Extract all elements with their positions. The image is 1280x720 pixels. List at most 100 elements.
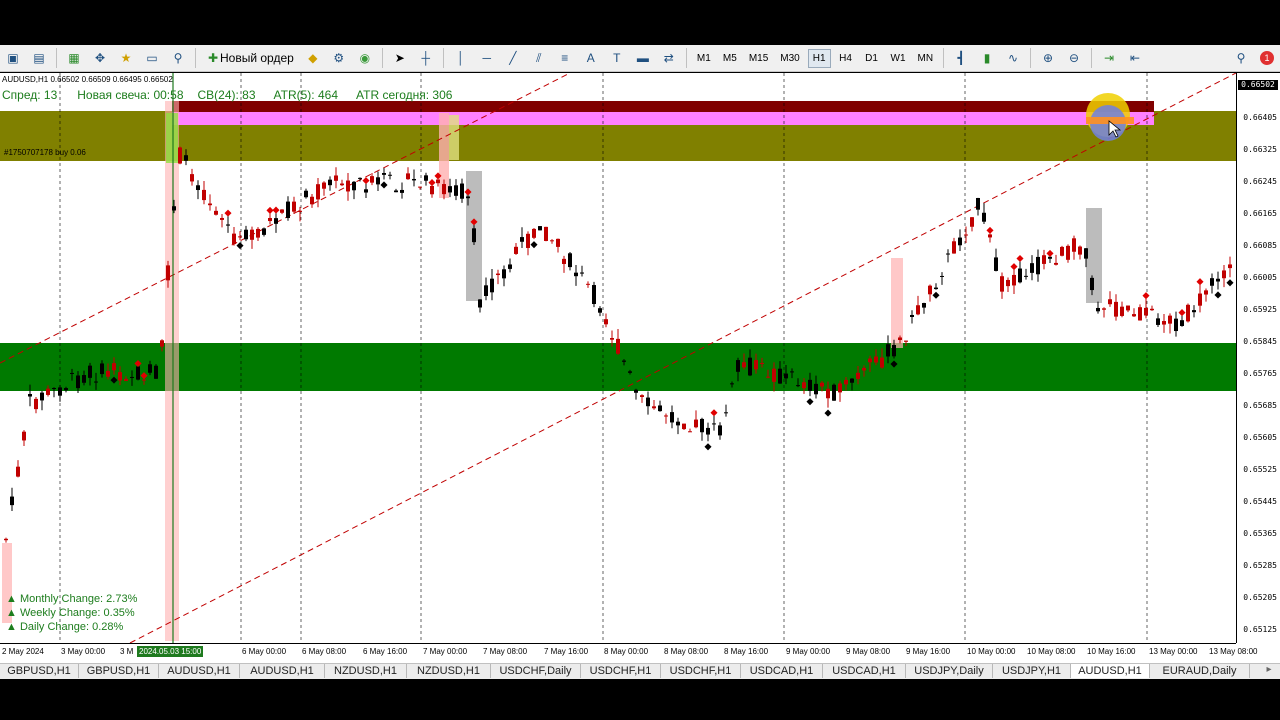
candle-body [808, 379, 812, 391]
timeframe-m5[interactable]: M5 [719, 49, 741, 68]
fractal-marker [986, 226, 994, 234]
trendline-tool-button[interactable]: ╱ [502, 48, 524, 69]
price-axis[interactable]: 0.664850.664050.663250.662450.661650.660… [1236, 73, 1280, 643]
chart-tab[interactable]: AUDUSD,H1 [1071, 664, 1150, 678]
crosshair-tool-button[interactable]: ┼ [415, 48, 437, 69]
weekly-change: ▲ Weekly Change: 0.35% [6, 607, 135, 619]
chart-tab[interactable]: AUDUSD,H1 [240, 664, 325, 678]
zoom-in-button[interactable]: ⊕ [1037, 48, 1059, 69]
candle-body [970, 217, 974, 227]
fractal-marker [1016, 254, 1024, 263]
metaeditor-button[interactable]: ◆ [302, 48, 324, 69]
fibo-tool-button[interactable]: ≡ [554, 48, 576, 69]
fractal-marker [362, 177, 370, 185]
candle-body [508, 264, 512, 269]
chart-tab[interactable]: GBPUSD,H1 [0, 664, 79, 678]
candlestick-button[interactable]: ▮ [976, 48, 998, 69]
shapes-menu-button[interactable]: ⇄ [658, 48, 680, 69]
cursor-tool-button[interactable]: ➤ [389, 48, 411, 69]
fractal-marker [1196, 278, 1204, 286]
text-tool-button[interactable]: A [580, 48, 602, 69]
search-button[interactable]: ⚲ [1230, 48, 1252, 69]
timeframe-h4[interactable]: H4 [835, 49, 857, 68]
time-axis[interactable]: 2024.05.03 15:00 2 May 2024 3 May 00:00 3 … [0, 643, 1257, 664]
chart-tab[interactable]: GBPUSD,H1 [79, 664, 159, 678]
price-plot[interactable] [0, 73, 1236, 643]
equidistant-channel-button[interactable]: ⫽ [528, 48, 550, 69]
chart-tab[interactable]: USDJPY,H1 [993, 664, 1071, 678]
timeframe-m1[interactable]: M1 [693, 49, 715, 68]
candle-body [1000, 276, 1004, 292]
price-axis-label: 0.66405 [1243, 113, 1277, 122]
timeframe-d1[interactable]: D1 [861, 49, 883, 68]
new-order-button[interactable]: ✚ Новый ордер [202, 48, 298, 69]
strategy-tester-button[interactable]: ⚲ [167, 48, 189, 69]
candle-body [796, 385, 800, 387]
chart-tab[interactable]: USDCHF,H1 [581, 664, 661, 678]
candle-body [484, 285, 488, 296]
candle-body [880, 357, 884, 368]
rectangle-tool-button[interactable]: ▬ [632, 48, 654, 69]
candle-body [592, 285, 596, 304]
chart-window[interactable]: AUDUSD,H1 0.66502 0.66509 0.66495 0.6650… [0, 73, 1280, 664]
chart-tab[interactable]: EURAUD,Daily [1150, 664, 1250, 678]
tabs-scroll-right-icon[interactable]: ▸ [1258, 664, 1280, 678]
notifications-button[interactable]: 1 [1256, 48, 1278, 69]
candle-body [406, 173, 410, 180]
data-window-button[interactable]: ✥ [89, 48, 111, 69]
terminal-button[interactable]: ▭ [141, 48, 163, 69]
order-line-label[interactable]: #1750707178 buy 0.06 [4, 148, 86, 157]
horizontal-line-tool-button[interactable]: ─ [476, 48, 498, 69]
timeframe-m15[interactable]: M15 [745, 49, 772, 68]
market-button[interactable]: ◉ [354, 48, 376, 69]
candle-body [826, 388, 830, 399]
chart-tab[interactable]: USDJPY,Daily [906, 664, 993, 678]
chart-tab[interactable]: NZDUSD,H1 [407, 664, 491, 678]
chart-tab[interactable]: NZDUSD,H1 [325, 664, 407, 678]
candle-body [298, 210, 302, 212]
profiles-button[interactable]: ▤ [28, 48, 50, 69]
candle-body [172, 206, 176, 211]
candle-body [982, 212, 986, 222]
timeframe-w1[interactable]: W1 [887, 49, 910, 68]
candle-body [916, 305, 920, 315]
terminal-icon: ▭ [146, 51, 158, 65]
candle-body [856, 372, 860, 379]
candle-body [682, 423, 686, 430]
zoom-out-button[interactable]: ⊖ [1063, 48, 1085, 69]
chart-tab[interactable]: USDCHF,Daily [491, 664, 581, 678]
timeframe-m30[interactable]: M30 [776, 49, 803, 68]
text-icon: A [586, 51, 595, 65]
candle-highlight-yellow [449, 115, 459, 160]
chart-tab[interactable]: USDCHF,H1 [661, 664, 741, 678]
price-axis-label: 0.65365 [1243, 529, 1277, 538]
line-chart-button[interactable]: ∿ [1002, 48, 1024, 69]
candle-body [850, 378, 854, 383]
chart-shift-button[interactable]: ⇤ [1124, 48, 1146, 69]
timeframe-h1[interactable]: H1 [807, 48, 831, 68]
chart-tab[interactable]: USDCAD,H1 [741, 664, 823, 678]
candle-body [1066, 245, 1070, 260]
vertical-line-tool-button[interactable]: │ [450, 48, 472, 69]
zoom-in-icon: ⊕ [1043, 51, 1054, 65]
navigator-button[interactable]: ★ [115, 48, 137, 69]
bar-chart-button[interactable]: ┫ [950, 48, 972, 69]
candle-body [46, 388, 50, 395]
fractal-marker [428, 179, 436, 187]
candle-body [442, 184, 446, 195]
autotrading-button[interactable]: ⚙ [328, 48, 350, 69]
chart-tab[interactable]: USDCAD,H1 [823, 664, 906, 678]
new-chart-button[interactable]: ▣ [2, 48, 24, 69]
chart-tab[interactable]: AUDUSD,H1 [159, 664, 240, 678]
candle-body [100, 363, 104, 375]
timeframe-mn[interactable]: MN [914, 49, 938, 68]
auto-scroll-button[interactable]: ⇥ [1098, 48, 1120, 69]
candle-body [1024, 275, 1028, 277]
toolbar-separator [381, 48, 383, 68]
candle-body [1054, 262, 1058, 265]
candle-body [712, 423, 716, 425]
price-axis-label: 0.65205 [1243, 593, 1277, 602]
market-watch-button[interactable]: ▦ [63, 48, 85, 69]
candle-body [766, 376, 770, 378]
text-label-tool-button[interactable]: T [606, 48, 628, 69]
